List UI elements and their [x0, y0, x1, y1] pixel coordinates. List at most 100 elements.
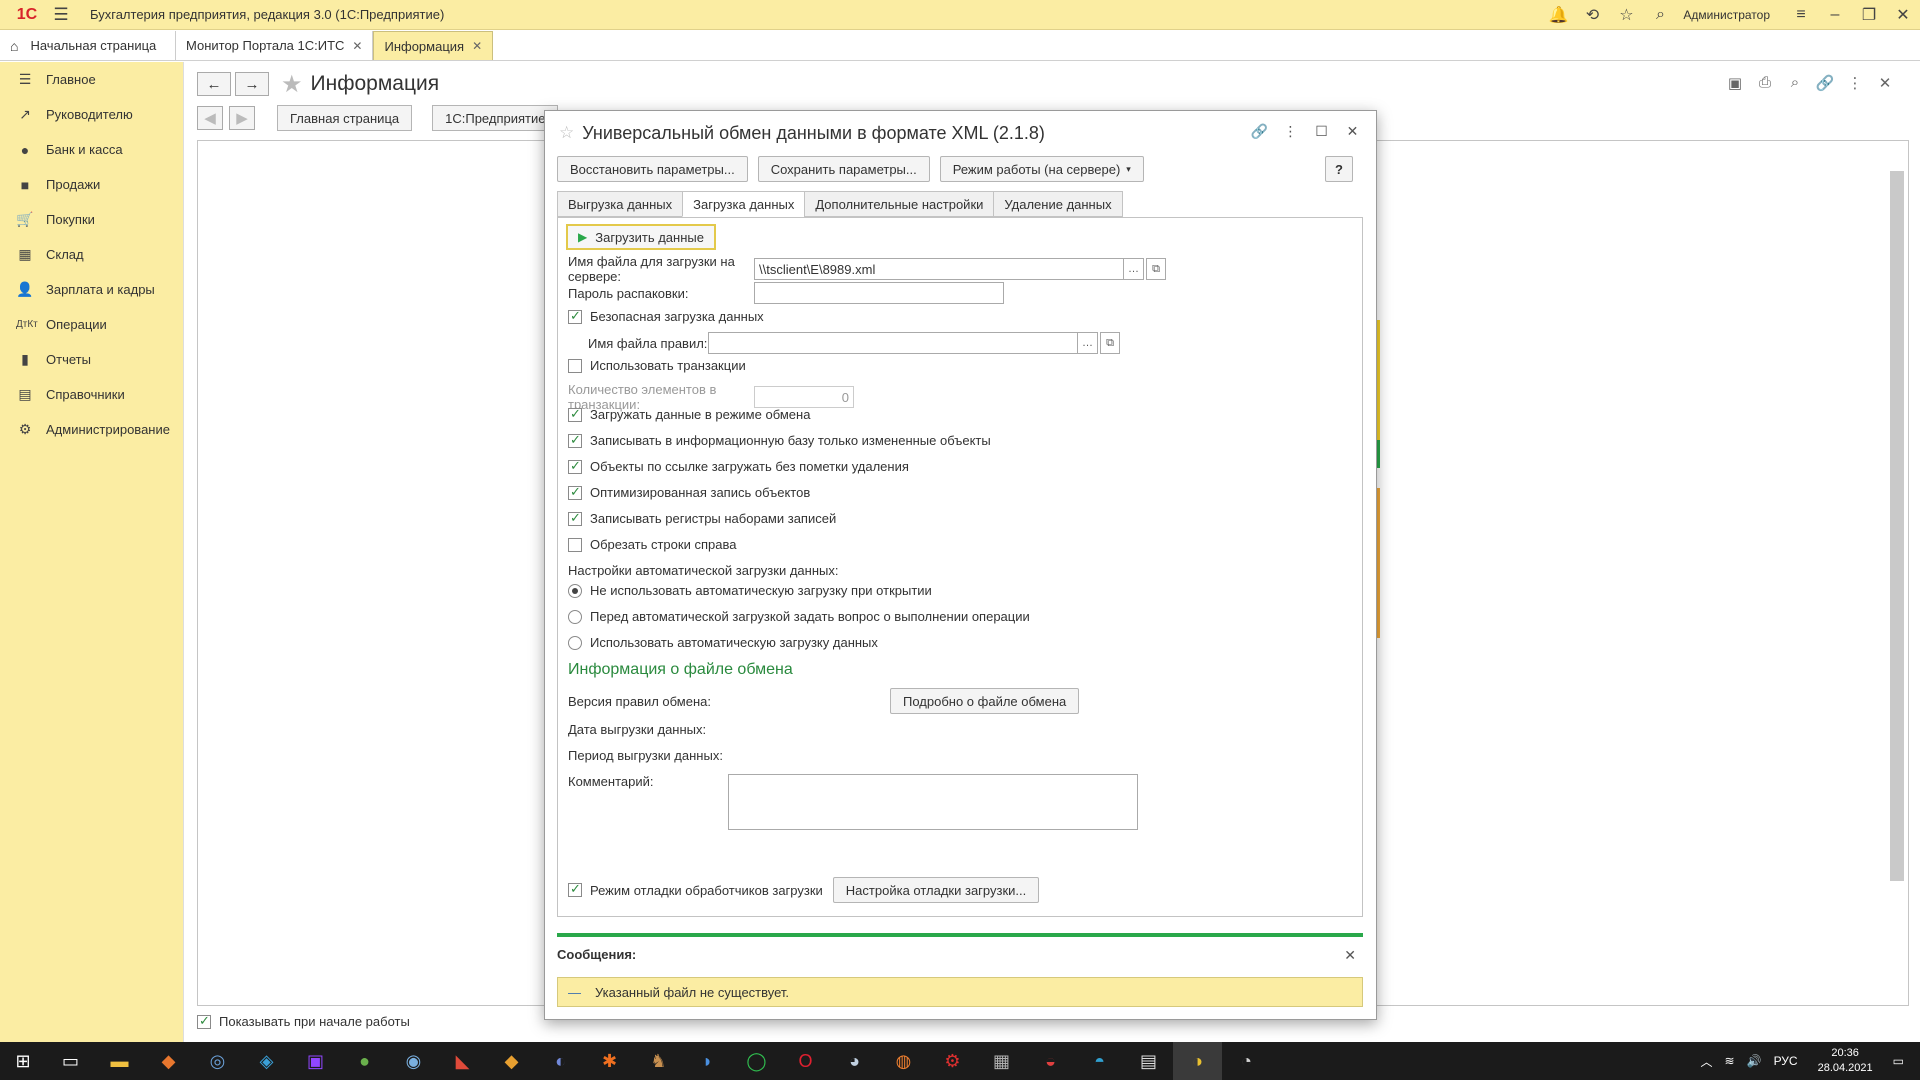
opera-icon[interactable]: O: [781, 1042, 830, 1080]
preview-icon[interactable]: ⌕: [1780, 74, 1810, 92]
sidebar-item-warehouse[interactable]: ▦ Склад: [0, 237, 183, 272]
close-tab-icon[interactable]: ✕: [352, 39, 362, 53]
checkbox-icon[interactable]: [568, 881, 582, 897]
prev-arrow-button[interactable]: ◀: [197, 106, 223, 130]
sidebar-item-operations[interactable]: ДтКт Операции: [0, 307, 183, 342]
load-data-button[interactable]: ▶ Загрузить данные: [566, 224, 716, 250]
settings-menu-icon[interactable]: ≡: [1784, 6, 1818, 24]
app-icon[interactable]: ♞: [634, 1042, 683, 1080]
tab-its-monitor[interactable]: Монитор Портала 1С:ИТС ✕: [176, 31, 374, 60]
link-icon[interactable]: 🔗: [1810, 74, 1840, 92]
radio-icon[interactable]: [568, 583, 582, 598]
checkbox-icon[interactable]: [568, 432, 582, 448]
enterprise-button[interactable]: 1С:Предприятие: [432, 105, 559, 131]
tab-export[interactable]: Выгрузка данных: [557, 191, 684, 217]
app-icon[interactable]: ◆: [144, 1042, 193, 1080]
link-icon[interactable]: 🔗: [1244, 123, 1275, 140]
wifi-icon[interactable]: ≋: [1725, 1054, 1735, 1068]
sidebar-item-manager[interactable]: ↗ Руководителю: [0, 97, 183, 132]
open-file-icon[interactable]: ⧉: [1100, 332, 1120, 354]
tab-extra-settings[interactable]: Дополнительные настройки: [804, 191, 995, 217]
sidebar-item-administration[interactable]: ⚙ Администрирование: [0, 412, 183, 447]
check-trim-right[interactable]: Обрезать строки справа: [568, 537, 736, 552]
password-input[interactable]: [754, 282, 1004, 304]
app-icon[interactable]: ◈: [242, 1042, 291, 1080]
back-button[interactable]: ←: [197, 72, 231, 96]
next-arrow-button[interactable]: ▶: [229, 106, 255, 130]
tray-arrow-icon[interactable]: ︿: [1701, 1053, 1713, 1070]
radio-icon[interactable]: [568, 635, 582, 650]
app-icon[interactable]: ◣: [438, 1042, 487, 1080]
save-params-button[interactable]: Сохранить параметры...: [757, 156, 930, 182]
print-icon[interactable]: ⎙: [1750, 74, 1780, 92]
app-icon[interactable]: ◎: [193, 1042, 242, 1080]
checkbox-icon[interactable]: [568, 484, 582, 500]
tab-home[interactable]: ⌂ Начальная страница: [0, 31, 176, 60]
scrollbar[interactable]: [1890, 171, 1904, 881]
checkbox-icon[interactable]: [568, 308, 582, 324]
show-on-start-checkbox[interactable]: Показывать при начале работы: [197, 1013, 410, 1029]
maximize-icon[interactable]: ☐: [1306, 123, 1337, 140]
checkbox-icon[interactable]: [568, 510, 582, 526]
close-icon[interactable]: ✕: [1337, 123, 1368, 140]
sidebar-item-salary[interactable]: 👤 Зарплата и кадры: [0, 272, 183, 307]
close-form-icon[interactable]: ✕: [1870, 74, 1900, 92]
volume-icon[interactable]: 🔊: [1747, 1054, 1762, 1068]
more-icon[interactable]: ⋮: [1840, 74, 1870, 92]
firefox-icon[interactable]: ◍: [879, 1042, 928, 1080]
checkbox-icon[interactable]: [568, 406, 582, 422]
radio-ask-before[interactable]: Перед автоматической загрузкой задать во…: [568, 609, 1030, 624]
close-icon[interactable]: ✕: [1886, 5, 1920, 25]
file-name-input[interactable]: \\tsclient\E\8989.xml: [754, 258, 1124, 280]
app-icon[interactable]: ⚙: [928, 1042, 977, 1080]
app-icon[interactable]: ◒: [1026, 1042, 1075, 1080]
sidebar-item-bank[interactable]: ● Банк и касса: [0, 132, 183, 167]
checkbox-icon[interactable]: [568, 537, 582, 552]
details-button[interactable]: Подробно о файле обмена: [890, 688, 1080, 714]
check-optimized-write[interactable]: Оптимизированная запись объектов: [568, 484, 810, 500]
home-page-button[interactable]: Главная страница: [277, 105, 413, 131]
main-menu-icon[interactable]: ☰: [46, 5, 76, 25]
radio-no-auto[interactable]: Не использовать автоматическую загрузку …: [568, 583, 932, 598]
checkbox-icon[interactable]: [197, 1013, 211, 1029]
discord-icon[interactable]: ◐: [536, 1042, 585, 1080]
twitch-icon[interactable]: ▣: [291, 1042, 340, 1080]
safe-load-checkbox[interactable]: Безопасная загрузка данных: [568, 308, 764, 324]
windows-start-icon[interactable]: ⊞: [0, 1042, 46, 1080]
open-file-icon[interactable]: ⧉: [1146, 258, 1166, 280]
language-indicator[interactable]: РУС: [1774, 1054, 1798, 1068]
clock[interactable]: 20:36 28.04.2021: [1818, 1046, 1873, 1076]
restore-icon[interactable]: ❐: [1852, 5, 1886, 25]
edge-icon[interactable]: ◓: [1075, 1042, 1124, 1080]
browse-button[interactable]: …: [1078, 332, 1098, 354]
forward-button[interactable]: →: [235, 72, 269, 96]
check-only-changed[interactable]: Записывать в информационную базу только …: [568, 432, 991, 448]
task-view-icon[interactable]: ▭: [46, 1042, 95, 1080]
1c-taskbar-icon[interactable]: ◑: [1173, 1042, 1222, 1080]
tab-information[interactable]: Информация ✕: [373, 31, 494, 60]
comment-textarea[interactable]: [728, 774, 1138, 830]
tab-import[interactable]: Загрузка данных: [682, 191, 806, 217]
minimize-icon[interactable]: –: [1818, 6, 1852, 24]
browse-button[interactable]: …: [1124, 258, 1144, 280]
restore-params-button[interactable]: Восстановить параметры...: [557, 156, 748, 182]
help-button[interactable]: ?: [1325, 156, 1353, 182]
app-icon[interactable]: ✱: [585, 1042, 634, 1080]
check-no-deletion-mark[interactable]: Объекты по ссылке загружать без пометки …: [568, 458, 909, 474]
sidebar-item-directories[interactable]: ▤ Справочники: [0, 377, 183, 412]
app-icon[interactable]: ◯: [732, 1042, 781, 1080]
app-icon[interactable]: ▤: [1124, 1042, 1173, 1080]
debug-settings-button[interactable]: Настройка отладки загрузки...: [832, 877, 1040, 903]
close-messages-icon[interactable]: ✕: [1344, 947, 1356, 964]
app-icon[interactable]: ◗: [683, 1042, 732, 1080]
use-transactions-checkbox[interactable]: Использовать транзакции: [568, 358, 746, 373]
history-icon[interactable]: ⟲: [1575, 5, 1609, 25]
close-tab-icon[interactable]: ✕: [472, 39, 482, 53]
steam-icon[interactable]: ◕: [830, 1042, 879, 1080]
bell-icon[interactable]: 🔔: [1541, 5, 1575, 25]
sidebar-item-sales[interactable]: ■ Продажи: [0, 167, 183, 202]
sidebar-item-reports[interactable]: ▮ Отчеты: [0, 342, 183, 377]
more-icon[interactable]: ⋮: [1275, 123, 1306, 140]
checkbox-icon[interactable]: [568, 358, 582, 373]
mode-dropdown-button[interactable]: Режим работы (на сервере) ▾: [939, 156, 1144, 182]
